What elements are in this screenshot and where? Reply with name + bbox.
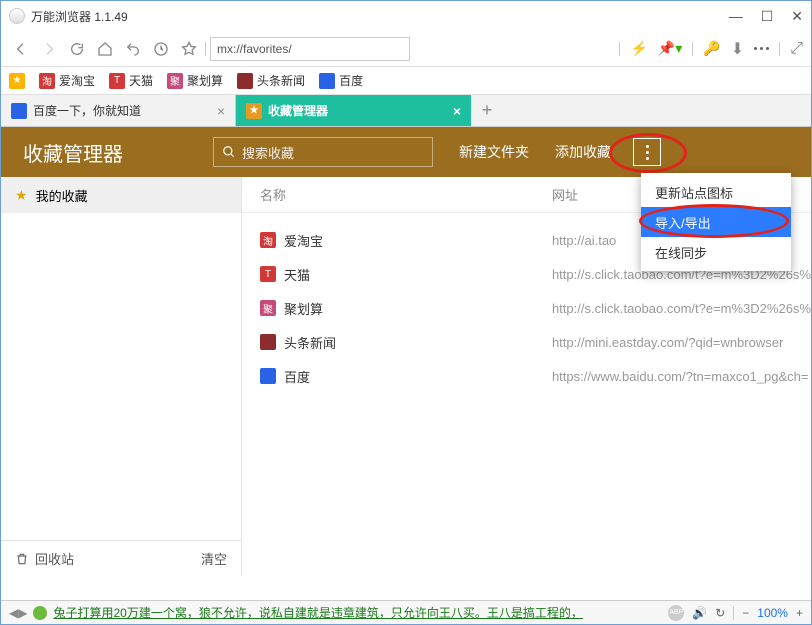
- star-icon: ★: [15, 187, 28, 204]
- status-indicator-icon: [33, 606, 47, 620]
- favicon-icon: T: [260, 266, 276, 282]
- tab-favorites-manager[interactable]: ★ 收藏管理器 ×: [236, 95, 471, 126]
- favicon-icon: [260, 368, 276, 384]
- favorite-name: 爱淘宝: [284, 231, 323, 250]
- search-input[interactable]: 搜索收藏: [213, 137, 433, 167]
- close-button[interactable]: ✕: [791, 8, 803, 25]
- favorite-row[interactable]: 头条新闻 http://mini.eastday.com/?qid=wnbrows…: [242, 325, 811, 359]
- sidebar-my-favorites[interactable]: ★ 我的收藏: [1, 177, 241, 213]
- menu-update-icons[interactable]: 更新站点图标: [641, 177, 791, 207]
- menu-button[interactable]: [754, 47, 769, 50]
- abp-icon[interactable]: ABP: [668, 605, 684, 621]
- bolt-icon[interactable]: ⚡: [630, 40, 647, 57]
- key-icon[interactable]: 🔑: [703, 40, 720, 57]
- url-input[interactable]: mx://favorites/: [210, 37, 410, 61]
- more-dropdown: 更新站点图标 导入/导出 在线同步: [641, 173, 791, 271]
- bookmarks-star-button[interactable]: ★: [9, 73, 25, 89]
- search-icon: [222, 145, 236, 159]
- menu-import-export[interactable]: 导入/导出: [641, 207, 791, 237]
- bookmark-juhuasuan[interactable]: 聚聚划算: [167, 72, 223, 89]
- favorite-row[interactable]: 聚聚划算 http://s.click.taobao.com/t?e=m%3D2%…: [242, 291, 811, 325]
- favorite-name: 百度: [284, 367, 310, 386]
- back-button[interactable]: [9, 37, 33, 61]
- favorite-url: https://www.baidu.com/?tn=maxco1_pg&ch=: [552, 369, 811, 384]
- zoom-level: 100%: [757, 606, 788, 620]
- expand-icon[interactable]: ⤢: [790, 40, 803, 58]
- app-icon: [9, 8, 25, 24]
- status-toggle-icon[interactable]: ◀▶: [9, 606, 27, 620]
- tab-baidu[interactable]: 百度一下，你就知道 ×: [1, 95, 236, 126]
- home-button[interactable]: [93, 37, 117, 61]
- favicon-icon: [260, 334, 276, 350]
- favorite-row[interactable]: 百度 https://www.baidu.com/?tn=maxco1_pg&ch…: [242, 359, 811, 393]
- pin-icon[interactable]: 📌▾: [658, 40, 682, 57]
- refresh-small-icon[interactable]: ↻: [715, 606, 725, 620]
- zoom-out-button[interactable]: −: [742, 606, 749, 620]
- favorite-name: 天猫: [284, 265, 310, 284]
- column-name-header: 名称: [242, 185, 552, 204]
- recycle-bin-button[interactable]: 回收站: [15, 549, 74, 568]
- undo-button[interactable]: [121, 37, 145, 61]
- favorite-name: 聚划算: [284, 299, 323, 318]
- bookmark-toutiao[interactable]: 头条新闻: [237, 72, 305, 89]
- volume-icon[interactable]: 🔊: [692, 606, 707, 620]
- favorite-star-button[interactable]: [177, 37, 201, 61]
- tab-close-icon[interactable]: ×: [453, 103, 461, 119]
- zoom-in-button[interactable]: +: [796, 606, 803, 620]
- history-button[interactable]: [149, 37, 173, 61]
- download-icon[interactable]: ⬇: [731, 39, 744, 59]
- new-tab-button[interactable]: +: [471, 95, 503, 126]
- favicon-icon: 淘: [260, 232, 276, 248]
- new-folder-button[interactable]: 新建文件夹: [459, 142, 529, 162]
- add-favorite-button[interactable]: 添加收藏: [555, 142, 611, 162]
- favorite-url: http://s.click.taobao.com/t?e=m%3D2%26s%: [552, 301, 811, 316]
- maximize-button[interactable]: ☐: [761, 8, 774, 25]
- minimize-button[interactable]: —: [729, 8, 743, 25]
- bookmark-baidu[interactable]: 百度: [319, 72, 363, 89]
- window-title: 万能浏览器 1.1.49: [31, 8, 128, 25]
- status-link[interactable]: 兔子打算用20万建一个窝，狼不允许，说私自建就是违章建筑，只允许向王八买。王八是…: [53, 604, 668, 621]
- reload-button[interactable]: [65, 37, 89, 61]
- forward-button[interactable]: [37, 37, 61, 61]
- clear-button[interactable]: 清空: [201, 549, 227, 568]
- bookmark-tmall[interactable]: T天猫: [109, 72, 153, 89]
- favorite-url: http://mini.eastday.com/?qid=wnbrowser: [552, 335, 811, 350]
- more-menu-button[interactable]: [633, 138, 661, 166]
- page-title: 收藏管理器: [23, 138, 123, 167]
- favorite-name: 头条新闻: [284, 333, 336, 352]
- menu-sync[interactable]: 在线同步: [641, 237, 791, 267]
- favicon-icon: 聚: [260, 300, 276, 316]
- bookmark-aitaobao[interactable]: 淘爱淘宝: [39, 72, 95, 89]
- tab-close-icon[interactable]: ×: [217, 103, 225, 119]
- trash-icon: [15, 552, 29, 566]
